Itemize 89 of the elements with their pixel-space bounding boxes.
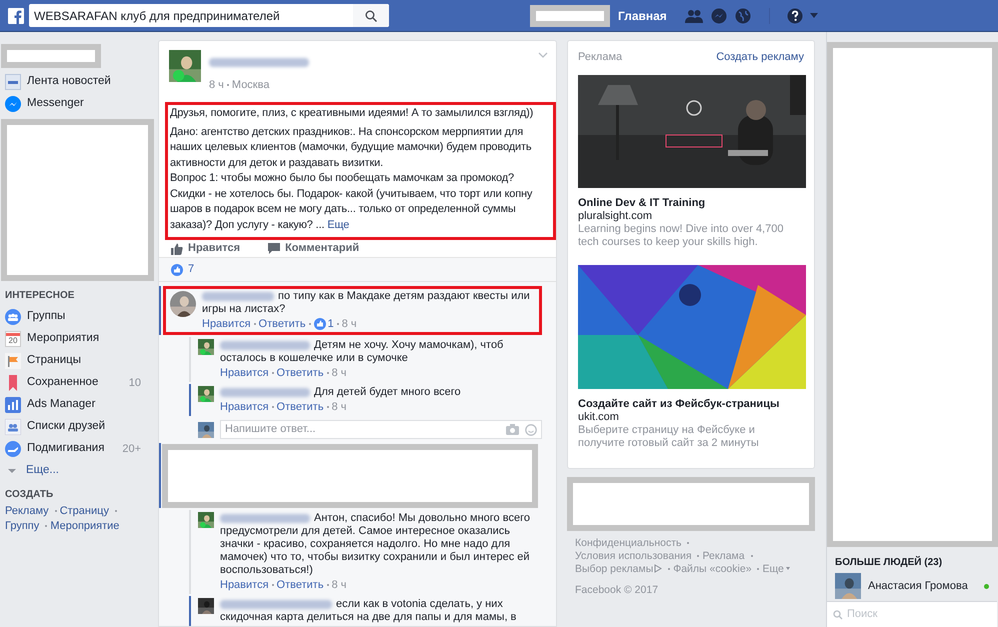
ad-domain[interactable]: pluralsight.com [578, 210, 804, 222]
globe-icon[interactable] [734, 8, 751, 24]
create-ad-link[interactable]: Создать рекламу [716, 49, 804, 66]
sidebar-item[interactable]: Ads Manager [0, 394, 155, 416]
bar-chart-icon [5, 397, 21, 413]
chat-bubble-icon [5, 96, 21, 112]
copyright: Facebook © 2017 [575, 584, 660, 596]
ad-domain[interactable]: ukit.com [578, 410, 804, 424]
caret-icon [8, 469, 16, 473]
post-location[interactable]: Москва [232, 77, 270, 94]
smiley-icon[interactable] [525, 424, 537, 436]
comment-text: Для детей будет много всего [220, 386, 538, 399]
people-icon[interactable] [684, 8, 703, 22]
search-icon [365, 10, 377, 22]
section-heading: ИНТЕРЕСНОЕ [4, 289, 76, 303]
flag-icon [5, 353, 21, 369]
search-field[interactable]: WEBSARAFAN клуб для предпринимателей [29, 4, 389, 27]
comment-text: по типу как в Макдаке детям раздают квесты или игры на листах? [202, 290, 531, 316]
post-text: Дано: агентство детских праздников:. На спонсорском меррпиятии для наших целевых клиентов (мамочки, будущие мамочки) будем проводить активности для деток и раздавать визитки. Вопрос 1: чтобы можно было бы пообещать мамочкам за промокод? Скидки - не хотелось бы. Подарок- какой (учитываем, что торт или копну шаров в подарок всем не могу дать... только от определенной суммы заказа)? Доп услугу - какую? ... Еще [170, 124, 534, 232]
comment-time: 8 ч [332, 366, 346, 381]
search-input[interactable]: WEBSARAFAN клуб для предпринимателей [29, 6, 353, 24]
like-link[interactable]: Нравится [220, 364, 269, 382]
sidebar-item[interactable]: Messenger [0, 93, 155, 115]
messenger-icon[interactable] [710, 8, 727, 24]
ad-title[interactable]: Создайте сайт из Фейсбук-страницы [578, 398, 804, 410]
comment-text: Детям не хочу. Хочу мамочкам), чтоб осталось в кошелечке или в сумочке [220, 339, 504, 365]
comment-time: 8 ч [332, 400, 346, 415]
thumbs-up-icon [171, 242, 183, 254]
search-icon [833, 610, 843, 620]
sidebar-item[interactable]: Группы [0, 306, 155, 328]
help-icon[interactable] [786, 8, 803, 24]
comment-button[interactable]: Комментарий [268, 240, 360, 257]
section-heading: БОЛЬШЕ ЛЮДЕЙ (23) [834, 555, 944, 570]
post-time[interactable]: 8 ч [209, 77, 224, 94]
sidebar-item[interactable]: Сохраненное 10 [0, 372, 155, 394]
reply-link[interactable]: Ответить [276, 576, 324, 594]
caret-icon[interactable] [810, 13, 818, 18]
create-link[interactable]: Группу [5, 520, 40, 532]
create-link[interactable]: Мероприятие [50, 520, 120, 532]
ad-title[interactable]: Online Dev & IT Training [578, 196, 804, 210]
create-link[interactable]: Страницу [60, 505, 109, 517]
thumbs-up-icon [171, 264, 183, 276]
chat-search-field[interactable]: Поиск [827, 601, 997, 627]
reply-link[interactable]: Ответить [276, 398, 324, 416]
more-link[interactable]: Еще... [0, 460, 155, 482]
home-link[interactable]: Главная [618, 6, 667, 24]
people-icon [5, 419, 21, 435]
sidebar-item[interactable]: Страницы [0, 350, 155, 372]
chat-search-input[interactable]: Поиск [847, 606, 989, 623]
thumbs-up-icon [314, 318, 326, 330]
like-link[interactable]: Нравится [220, 398, 269, 416]
speech-bubble-icon [268, 243, 280, 254]
comment-text: если как в votonia сделать, у них скидочная карта делиться на две для папы и для мамы, в [220, 598, 518, 624]
post-text: Друзья, помогите, плиз, с креативными идеями! А то замылился взгляд)) [170, 106, 534, 120]
comment-time: 8 ч [342, 316, 357, 332]
reply-input[interactable]: Напишите ответ... [225, 421, 500, 438]
reply-link[interactable]: Ответить [276, 364, 324, 382]
sidebar-item[interactable]: Списки друзей [0, 416, 155, 438]
section-heading: СОЗДАТЬ [4, 488, 54, 502]
calendar-icon: 20 [5, 331, 21, 347]
comment-text: Антон, спасибо! Мы довольно много всего предусмотрели для детей. Самое интересное оказались значки - красиво, сохраняется надолго. Но мне надо для мамочек) что то, чтобы визитку сохранили и был интерес ей воспользоваться!) [220, 512, 531, 577]
ad-description: Learning begins now! Dive into over 4,700 tech courses to keep your skills high. [578, 222, 784, 248]
item-count: 20+ [122, 442, 141, 457]
reply-field[interactable]: Напишите ответ... [220, 420, 542, 439]
like-count[interactable]: 7 [188, 261, 194, 278]
like-link[interactable]: Нравится [220, 576, 269, 594]
section-heading: Реклама [578, 50, 622, 65]
chevron-down-icon[interactable] [538, 52, 548, 59]
blurred-name [202, 292, 274, 301]
caret-icon [786, 567, 790, 570]
ad-choices-icon [654, 564, 662, 574]
sidebar-item[interactable]: 20 Мероприятия [0, 328, 155, 350]
more-link[interactable]: Еще [327, 218, 350, 230]
logo-icon[interactable] [8, 8, 24, 24]
contact-item[interactable]: Анастасия Громова [827, 571, 997, 601]
comment-time: 8 ч [332, 578, 346, 593]
reply-link[interactable]: Ответить [258, 316, 306, 332]
like-link[interactable]: Нравится [202, 316, 251, 332]
like-button[interactable]: Нравится [171, 240, 240, 257]
reaction-count: 1 [328, 316, 334, 332]
sidebar-item[interactable]: Лента новостей [0, 71, 155, 93]
camera-icon[interactable] [506, 424, 519, 435]
create-link[interactable]: Рекламу [5, 505, 49, 517]
ad-description: Выберите страницу на Фейсбуке и получите готовый сайт за 2 минуты [578, 424, 760, 450]
pointing-hand-icon [5, 441, 21, 457]
people-icon [5, 309, 21, 325]
newspaper-icon [5, 74, 21, 90]
item-count: 10 [128, 376, 141, 391]
sidebar-item[interactable]: Подмигивания 20+ [0, 438, 155, 460]
